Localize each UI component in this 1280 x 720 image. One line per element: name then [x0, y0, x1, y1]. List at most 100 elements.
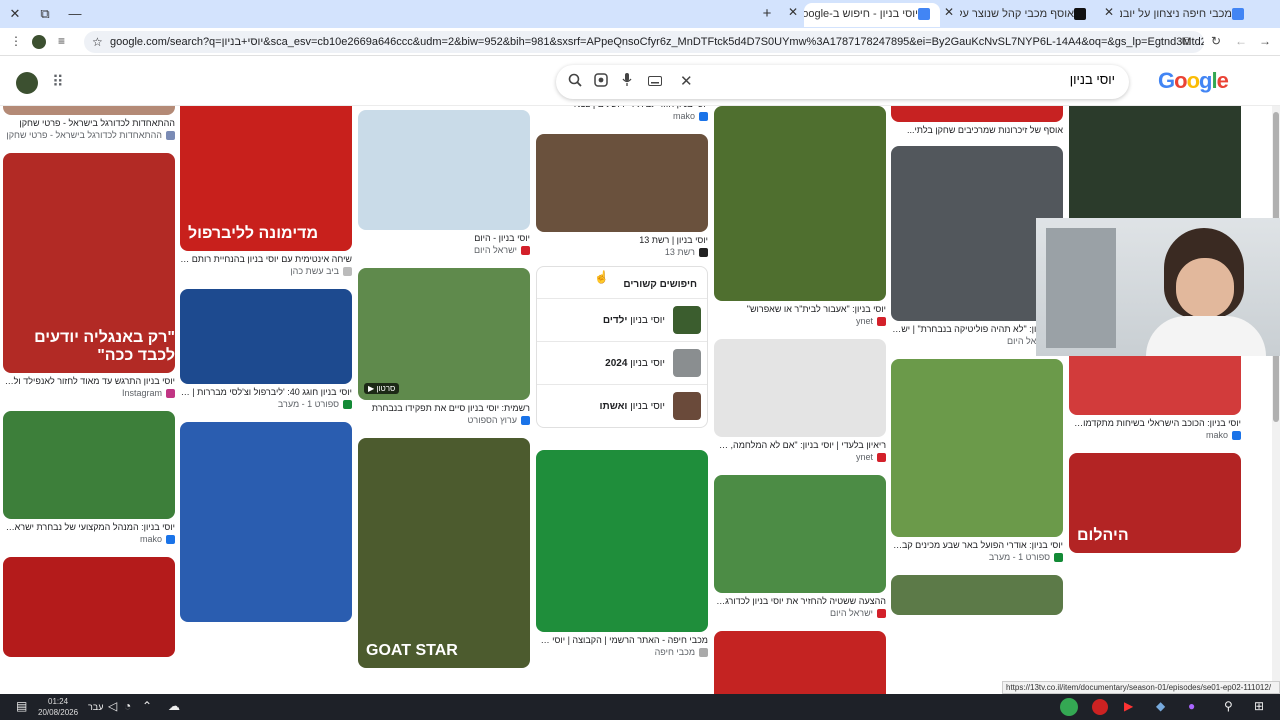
result-thumbnail[interactable]: מדימונה לליברפול: [180, 106, 352, 251]
reload-icon[interactable]: ↻: [1211, 34, 1221, 48]
image-result[interactable]: מכבי חיפה - האתר הרשמי | הקבוצה | יוסי ב…: [536, 450, 708, 657]
account-avatar[interactable]: [16, 72, 38, 94]
search-icon[interactable]: [568, 73, 582, 90]
result-thumbnail[interactable]: [3, 106, 175, 115]
reading-list-icon[interactable]: ≡: [58, 34, 65, 48]
back-icon[interactable]: →: [1259, 34, 1271, 48]
image-result[interactable]: [891, 575, 1063, 615]
image-result[interactable]: יוסי בניון חוזר לבית"ר ירושלים | N12 mako: [536, 106, 708, 121]
tab-close-icon[interactable]: ✕: [1104, 5, 1114, 19]
copilot-icon[interactable]: ◆: [1156, 699, 1165, 713]
result-title[interactable]: יוסי בניון - היום: [358, 233, 530, 243]
clear-icon[interactable]: ✕: [680, 72, 693, 90]
result-thumbnail[interactable]: [714, 631, 886, 694]
new-tab-button[interactable]: +: [756, 4, 778, 24]
image-result[interactable]: מדימונה לליברפול שיחה אינטימית עם יוסי בנ…: [180, 106, 352, 276]
result-title[interactable]: יוסי בניון: המנהל המקצועי של נבחרת ישראל…: [3, 522, 175, 532]
volume-icon[interactable]: ◁: [108, 699, 117, 713]
image-result[interactable]: יוסי בניון - היום ישראל היום: [358, 110, 530, 255]
image-result[interactable]: יוסי בניון: אודרי הפועל באר שבע מכינים ק…: [891, 359, 1063, 562]
result-title[interactable]: שיחה אינטימית עם יוסי בניון בהנחיית רותם…: [180, 254, 352, 264]
result-title[interactable]: יוסי בניון חוזר לבית"ר ירושלים | N12: [536, 106, 708, 109]
result-thumbnail[interactable]: [536, 134, 708, 232]
image-result[interactable]: [180, 422, 352, 622]
result-thumbnail[interactable]: [714, 339, 886, 437]
star-icon[interactable]: ☆: [92, 31, 103, 53]
result-title[interactable]: אוסף של זיכרונות שמרכיבים שחקן בלתי...: [891, 125, 1063, 135]
image-result[interactable]: [3, 557, 175, 657]
result-title[interactable]: יוסי בניון: הכוכב הישראלי בשיחות מתקדמות…: [1069, 418, 1241, 428]
tab-close-icon[interactable]: ✕: [788, 5, 798, 19]
url-field[interactable]: ☆ google.com/search?q=יוסי+בניון&sca_esv…: [84, 31, 1204, 53]
result-thumbnail[interactable]: "רק באנגליה יודעים לכבד ככה": [3, 153, 175, 373]
app-taskbar-icon[interactable]: [1092, 699, 1108, 715]
chevron-up-icon[interactable]: ⌃: [142, 699, 152, 713]
result-thumbnail[interactable]: [891, 106, 1063, 122]
result-thumbnail[interactable]: היהלום: [1069, 453, 1241, 553]
result-source[interactable]: mako: [3, 534, 175, 544]
result-source[interactable]: ביב עשת כהן: [180, 266, 352, 276]
image-result[interactable]: היהלום: [1069, 453, 1241, 553]
search-taskbar-icon[interactable]: ⚲: [1224, 699, 1233, 713]
microphone-icon[interactable]: [622, 73, 632, 90]
weather-icon[interactable]: ☁: [168, 699, 180, 713]
result-thumbnail[interactable]: [891, 359, 1063, 537]
image-result[interactable]: ההתאחדות לכדורגל בישראל - פרטי שחקן ההתאח…: [3, 106, 175, 140]
tab-google-search[interactable]: יוסי בניון - חיפוש ב-Google: [804, 3, 940, 27]
result-source[interactable]: ההתאחדות לכדורגל בישראל - פרטי שחקן: [3, 130, 175, 140]
result-thumbnail[interactable]: GOAT STAR: [358, 438, 530, 668]
result-source[interactable]: ספורט 1 - מערב: [891, 552, 1063, 562]
result-source[interactable]: mako: [536, 111, 708, 121]
apps-grid-icon[interactable]: ⠿: [52, 72, 64, 92]
result-title[interactable]: יוסי בניון: אודרי הפועל באר שבע מכינים ק…: [891, 540, 1063, 550]
tab-close-icon[interactable]: ✕: [944, 5, 954, 19]
image-result[interactable]: [714, 631, 886, 694]
result-title[interactable]: ההתאחדות לכדורגל בישראל - פרטי שחקן: [3, 118, 175, 128]
result-thumbnail[interactable]: [536, 450, 708, 632]
result-source[interactable]: mako: [1069, 430, 1241, 440]
tab-maccabi[interactable]: מכבי חיפה ניצחון על יובנטוס -: [1120, 3, 1254, 27]
result-title[interactable]: יוסי בניון חוגג 40: 'ליברפול וצ'לסי מברר…: [180, 387, 352, 397]
scrollbar[interactable]: [1272, 106, 1280, 694]
tab-tiktok[interactable]: אוסף מכבי קהל שנוצר על ידי ס: [960, 3, 1096, 27]
result-thumbnail[interactable]: סרטון ▶: [358, 268, 530, 400]
result-thumbnail[interactable]: [358, 110, 530, 230]
result-thumbnail[interactable]: [3, 411, 175, 519]
close-window-button[interactable]: ✕: [4, 4, 26, 24]
result-source[interactable]: מכבי חיפה: [536, 647, 708, 657]
related-search-item[interactable]: יוסי בניון 2024: [537, 341, 707, 384]
result-thumbnail[interactable]: [714, 475, 886, 593]
language-indicator[interactable]: עבר: [88, 702, 103, 712]
image-result[interactable]: יוסי בניון | רשת 13 רשת 13: [536, 134, 708, 257]
profile-avatar[interactable]: [32, 35, 46, 49]
image-result[interactable]: יוסי בניון: "אעבור לבית"ר או שאפרוש" ynet: [714, 106, 886, 326]
result-title[interactable]: רשמית: יוסי בניון סיים את תפקידו בנבחרת: [358, 403, 530, 413]
result-source[interactable]: ערוץ הספורט: [358, 415, 530, 425]
result-title[interactable]: יוסי בניון: "אעבור לבית"ר או שאפרוש": [714, 304, 886, 314]
related-search-item[interactable]: יוסי בניון ואשתו: [537, 384, 707, 427]
clock[interactable]: 01:24 20/08/2026: [38, 696, 78, 718]
result-thumbnail[interactable]: [891, 575, 1063, 615]
result-title[interactable]: יוסי בניון התרגש עד מאוד לחזור לאנפילד ו…: [3, 376, 175, 386]
result-title[interactable]: ההצעה ששטיה להחזיר את יוסי בניון לכדורגל…: [714, 596, 886, 606]
app-icon[interactable]: ●: [1188, 699, 1195, 713]
result-title[interactable]: מכבי חיפה - האתר הרשמי | הקבוצה | יוסי ב…: [536, 635, 708, 645]
image-result[interactable]: ההצעה ששטיה להחזיר את יוסי בניון לכדורגל…: [714, 475, 886, 618]
result-title[interactable]: ריאיון בלעדי | יוסי בניון: "אם לא המלחמה…: [714, 440, 886, 450]
result-title[interactable]: יוסי בניון | רשת 13: [536, 235, 708, 245]
result-source[interactable]: ספורט 1 - מערב: [180, 399, 352, 409]
windows-start-icon[interactable]: ⊞: [1254, 699, 1264, 713]
lens-icon[interactable]: [594, 73, 608, 90]
related-search-item[interactable]: יוסי בניון ילדים: [537, 298, 707, 341]
image-result[interactable]: יוסי בניון: המנהל המקצועי של נבחרת ישראל…: [3, 411, 175, 544]
result-thumbnail[interactable]: [714, 106, 886, 301]
image-result[interactable]: סרטון ▶ רשמית: יוסי בניון סיים את תפקידו …: [358, 268, 530, 425]
chrome-taskbar-icon[interactable]: [1060, 698, 1078, 716]
forward-icon[interactable]: ←: [1235, 34, 1247, 48]
image-result[interactable]: "רק באנגליה יודעים לכבד ככה" יוסי בניון ה…: [3, 153, 175, 398]
image-result[interactable]: GOAT STAR: [358, 438, 530, 668]
keyboard-icon[interactable]: [648, 73, 662, 89]
result-source[interactable]: ישראל היום: [358, 245, 530, 255]
image-result[interactable]: ריאיון בלעדי | יוסי בניון: "אם לא המלחמה…: [714, 339, 886, 462]
result-thumbnail[interactable]: [3, 557, 175, 657]
